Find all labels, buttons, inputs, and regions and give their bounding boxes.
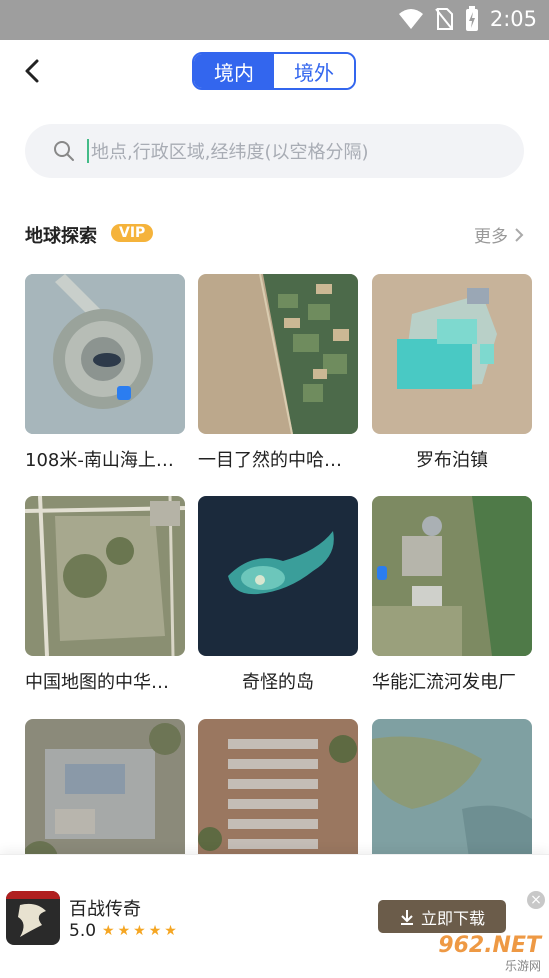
card-caption: 一目了然的中哈… — [198, 450, 342, 471]
search-input[interactable]: 地点,行政区域,经纬度(以空格分隔) — [25, 124, 524, 178]
status-time: 2:05 — [489, 7, 537, 31]
explore-card[interactable]: 华能汇流河发电厂 — [372, 496, 532, 693]
text-cursor — [87, 139, 89, 163]
tab-domestic[interactable]: 境内 — [194, 54, 274, 88]
explore-card[interactable]: 108米-南山海上… — [25, 274, 185, 471]
card-caption: 108米-南山海上… — [25, 450, 174, 471]
explore-card[interactable]: 罗布泊镇 — [372, 274, 532, 471]
search-placeholder: 地点,行政区域,经纬度(以空格分隔) — [91, 142, 369, 163]
ad-rating: 5.0 ★★★★★ — [69, 921, 180, 941]
search-icon — [54, 141, 74, 161]
download-button[interactable]: 立即下载 — [378, 900, 506, 933]
card-caption: 罗布泊镇 — [416, 450, 488, 471]
watermark-sub: 乐游网 — [504, 959, 541, 973]
explore-card[interactable]: 一目了然的中哈… — [198, 274, 358, 471]
satellite-thumbnail — [25, 496, 185, 656]
battery-charging-icon — [465, 6, 478, 31]
satellite-thumbnail — [198, 496, 358, 656]
top-nav: 境内 境外 — [0, 40, 549, 106]
rating-value: 5.0 — [69, 921, 97, 941]
back-arrow-icon[interactable] — [18, 56, 48, 86]
more-label: 更多 — [474, 227, 508, 247]
wifi-icon — [398, 9, 423, 29]
card-caption: 华能汇流河发电厂 — [372, 672, 516, 693]
status-bar: 2:05 — [0, 0, 549, 40]
watermark-logo: 962.NET — [438, 933, 541, 958]
explore-card[interactable]: 奇怪的岛 — [198, 496, 358, 693]
tab-overseas[interactable]: 境外 — [274, 54, 354, 88]
region-tabs: 境内 境外 — [192, 52, 356, 90]
satellite-thumbnail — [372, 496, 532, 656]
no-sim-icon — [435, 8, 453, 30]
ad-banner: 百战传奇 5.0 ★★★★★ 立即下载 × 962.NET 乐游网 — [0, 854, 549, 978]
satellite-thumbnail — [25, 274, 185, 434]
close-ad-icon[interactable]: × — [527, 891, 545, 909]
download-icon — [400, 909, 413, 925]
satellite-thumbnail — [372, 274, 532, 434]
card-caption: 中国地图的中华… — [25, 672, 169, 693]
star-rating-icon: ★★★★★ — [102, 923, 180, 939]
card-caption: 奇怪的岛 — [242, 672, 314, 693]
ad-title: 百战传奇 — [69, 899, 141, 920]
game-app-icon[interactable] — [6, 891, 60, 945]
satellite-thumbnail — [198, 274, 358, 434]
explore-card[interactable]: 中国地图的中华… — [25, 496, 185, 693]
section-header: 地球探索 VIP 更多 — [25, 222, 524, 250]
download-label: 立即下载 — [420, 908, 485, 928]
more-link[interactable]: 更多 — [474, 222, 524, 247]
section-title: 地球探索 — [25, 226, 97, 247]
chevron-right-icon — [515, 227, 524, 242]
vip-badge: VIP — [111, 224, 154, 242]
